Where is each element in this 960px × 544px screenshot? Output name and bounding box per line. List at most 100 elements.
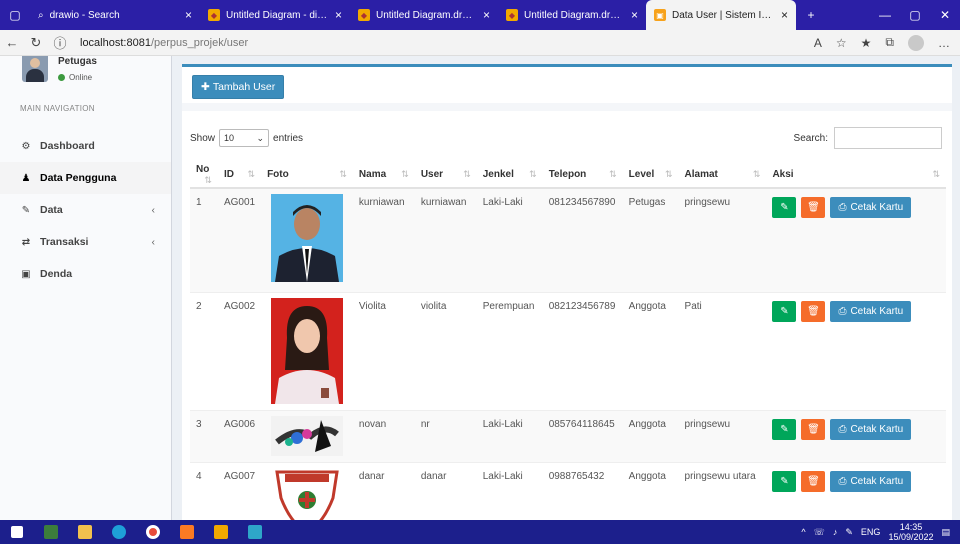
column-header-foto[interactable]: Foto ⇅ (261, 162, 353, 189)
network-icon[interactable]: ☏ (814, 527, 825, 538)
user-status: Online (58, 73, 92, 82)
browser-tab-3[interactable]: ◆ Untitled Diagram.drawio - d × (350, 0, 498, 30)
read-aloud-icon[interactable]: A (814, 36, 822, 50)
column-header-no[interactable]: No ⇅ (190, 162, 218, 189)
trash-icon: 🗑 (807, 202, 820, 213)
edit-button[interactable]: ✎ (772, 470, 797, 492)
tab-title: Untitled Diagram - diagrams (226, 9, 329, 21)
cell-foto (261, 409, 353, 462)
windows-start-icon[interactable] (0, 520, 34, 544)
search-input[interactable] (834, 127, 942, 149)
more-icon[interactable]: … (938, 36, 950, 50)
print-card-button[interactable]: ⎙ Cetak Kartu (830, 470, 912, 492)
pen-icon[interactable]: ✎ (845, 527, 853, 538)
edit-icon: ✎ (780, 423, 789, 435)
clock[interactable]: 14:35 15/09/2022 (888, 522, 933, 542)
cell-jenkel: Laki-Laki (476, 187, 543, 292)
photos-icon[interactable] (238, 520, 272, 544)
file-app-icon[interactable] (34, 520, 68, 544)
cell-alamat: Pati (678, 291, 767, 410)
delete-button[interactable]: 🗑 (801, 418, 826, 440)
print-card-button[interactable]: ⎙ Cetak Kartu (830, 300, 912, 322)
close-tab-icon[interactable]: × (185, 8, 192, 22)
drawio-favicon-icon: ◆ (208, 9, 220, 21)
drawio-app-icon[interactable] (204, 520, 238, 544)
online-dot-icon (58, 74, 65, 81)
browser-tab-4[interactable]: ◆ Untitled Diagram.drawio - d × (498, 0, 646, 30)
tab-title: Untitled Diagram.drawio - d (376, 9, 477, 21)
cell-level: Petugas (622, 187, 679, 292)
close-tab-icon[interactable]: × (483, 8, 490, 22)
close-tab-icon[interactable]: × (781, 8, 788, 22)
column-header-id[interactable]: ID ⇅ (217, 162, 262, 189)
browser-tab-active[interactable]: ▣ Data User | Sistem Informasi × (646, 0, 796, 30)
new-tab-icon[interactable]: + (796, 8, 826, 22)
entries-select[interactable]: 10 ⌄ (219, 129, 270, 147)
url-field[interactable]: localhost:8081/perpus_projek/user (80, 37, 248, 49)
delete-button[interactable]: 🗑 (801, 197, 826, 218)
column-header-jenkel[interactable]: Jenkel ⇅ (476, 162, 543, 189)
table-row: 3 AG006 novan nr Laki-Laki 085764118645 Anggot… (190, 409, 946, 462)
edge-browser-icon[interactable] (102, 520, 136, 544)
chevron-down-icon: ⌄ (256, 132, 265, 143)
favorite-add-icon[interactable]: ☆ (836, 36, 847, 50)
close-tab-icon[interactable]: × (631, 8, 638, 22)
sidebar-item-label: Dashboard (40, 140, 95, 152)
sidebar-item-denda[interactable]: ▣ Denda (0, 258, 171, 290)
column-header-user[interactable]: User ⇅ (414, 162, 477, 189)
cell-nama: kurniawan (352, 187, 415, 292)
cell-no: 2 (190, 291, 218, 410)
table-row: 4 AG007 danar danar Laki-Laki 0988765432 Anggo… (190, 461, 946, 520)
tab-actions-icon[interactable]: ▢ (0, 8, 30, 22)
table-row: 2 AG002 Violita violita Perempuan 08212345678… (190, 291, 946, 410)
trash-icon: 🗑 (807, 305, 820, 317)
cell-no: 1 (190, 187, 218, 292)
column-header-alamat[interactable]: Alamat ⇅ (678, 162, 767, 189)
column-header-level[interactable]: Level ⇅ (622, 162, 679, 189)
print-icon: ⎙ (838, 423, 847, 435)
collections-icon[interactable]: ⧉ (885, 35, 894, 50)
cell-telepon: 085764118645 (542, 409, 623, 462)
refresh-icon[interactable]: ↻ (24, 35, 48, 51)
print-card-label: Cetak Kartu (850, 423, 904, 435)
column-header-label: No (196, 163, 210, 175)
cell-nama: novan (352, 409, 415, 462)
restore-icon[interactable]: ▢ (900, 8, 930, 22)
browser-tab-1[interactable]: ⌕ drawio - Search × (30, 0, 200, 30)
browser-tab-2[interactable]: ◆ Untitled Diagram - diagrams × (200, 0, 350, 30)
xampp-icon[interactable] (170, 520, 204, 544)
close-tab-icon[interactable]: × (335, 8, 342, 22)
add-user-button[interactable]: ✚ Tambah User (192, 75, 285, 99)
print-card-button[interactable]: ⎙ Cetak Kartu (830, 418, 912, 440)
back-icon[interactable]: ← (0, 35, 24, 50)
notification-icon[interactable]: ▤ (941, 527, 950, 538)
info-icon[interactable]: ⓘ (48, 33, 72, 52)
sidebar-item-data-pengguna[interactable]: ♟ Data Pengguna (0, 162, 171, 194)
edit-button[interactable]: ✎ (772, 418, 797, 440)
cell-nama: danar (352, 461, 415, 520)
chrome-browser-icon[interactable] (136, 520, 170, 544)
close-window-icon[interactable]: ✕ (930, 8, 960, 22)
sidebar-item-transaksi[interactable]: ⇄ Transaksi ‹ (0, 226, 171, 258)
language-indicator[interactable]: ENG (861, 527, 881, 537)
delete-button[interactable]: 🗑 (801, 300, 826, 322)
user-table: No ⇅ ID ⇅ Foto ⇅ Nama ⇅ User ⇅ Jenkel ⇅ Telepon ⇅ Leve… (190, 162, 946, 520)
print-card-button[interactable]: ⎙ Cetak Kartu (830, 197, 912, 218)
show-label: Show (190, 132, 216, 144)
volume-icon[interactable]: ♪ (833, 527, 838, 537)
edit-button[interactable]: ✎ (772, 300, 797, 322)
favorites-icon[interactable]: ★ (861, 36, 872, 50)
minimize-icon[interactable]: — (870, 8, 900, 22)
profile-avatar[interactable] (908, 34, 924, 51)
delete-button[interactable]: 🗑 (801, 470, 826, 492)
sidebar-item-dashboard[interactable]: ⚙ Dashboard (0, 130, 171, 162)
column-header-telepon[interactable]: Telepon ⇅ (542, 162, 623, 189)
sidebar-item-data[interactable]: ✎ Data ‹ (0, 194, 171, 226)
tray-expand-icon[interactable]: ^ (801, 527, 805, 537)
edit-button[interactable]: ✎ (772, 197, 797, 218)
drawio-favicon-icon: ◆ (358, 9, 370, 21)
column-header-aksi[interactable]: Aksi ⇅ (766, 162, 946, 189)
plus-icon: ✚ (201, 81, 210, 93)
column-header-nama[interactable]: Nama ⇅ (352, 162, 415, 189)
file-explorer-icon[interactable] (68, 520, 102, 544)
